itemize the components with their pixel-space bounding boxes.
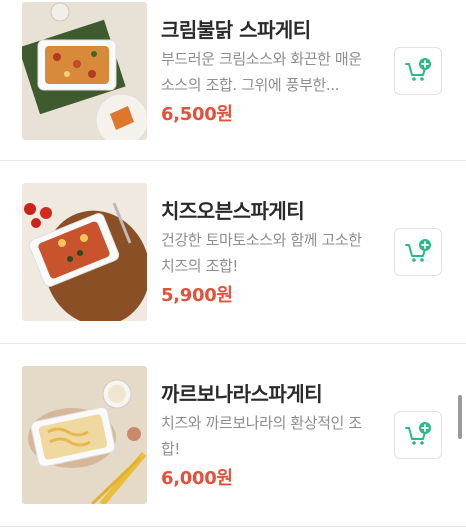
menu-item[interactable]: 치즈오븐스파게티 건강한 토마토소스와 함께 고소한 치즈의 조합! 5,900… xyxy=(0,183,466,327)
add-to-cart-button[interactable] xyxy=(394,228,442,276)
carbonara-spaghetti-image[interactable] xyxy=(22,366,147,504)
menu-item-name: 크림불닭 스파게티 xyxy=(161,18,311,42)
add-to-cart-icon xyxy=(405,422,431,445)
menu-item-description: 건강한 토마토소스와 함께 고소한 치즈의 조합! xyxy=(161,231,362,275)
menu-item-price: 6,000원 xyxy=(161,468,233,489)
cheese-oven-spaghetti-image[interactable] xyxy=(22,183,147,321)
menu-item-name: 까르보나라스파게티 xyxy=(161,382,323,406)
add-to-cart-icon xyxy=(405,239,431,262)
menu-item[interactable]: 크림불닭 스파게티 부드러운 크림소스와 화끈한 매운소스의 조합. 그위에 풍… xyxy=(0,2,466,146)
food-photo xyxy=(22,366,147,504)
food-photo xyxy=(22,2,147,140)
menu-item-name: 치즈오븐스파게티 xyxy=(161,199,305,223)
menu-item-price: 6,500원 xyxy=(161,104,233,125)
food-photo xyxy=(22,183,147,321)
add-to-cart-icon xyxy=(405,58,431,81)
divider xyxy=(0,343,466,344)
menu-item-price: 5,900원 xyxy=(161,285,233,306)
menu-item[interactable]: 까르보나라스파게티 치즈와 까르보나라의 환상적인 조합! 6,000원 xyxy=(0,366,466,510)
divider xyxy=(0,160,466,161)
menu-item-description: 치즈와 까르보나라의 환상적인 조합! xyxy=(161,414,362,458)
scrollbar-thumb[interactable] xyxy=(458,395,462,439)
add-to-cart-button[interactable] xyxy=(394,411,442,459)
divider xyxy=(0,526,466,527)
creamy-buldak-spaghetti-image[interactable] xyxy=(22,2,147,140)
add-to-cart-button[interactable] xyxy=(394,47,442,95)
menu-item-description: 부드러운 크림소스와 화끈한 매운소스의 조합. 그위에 풍부한... xyxy=(161,50,362,94)
